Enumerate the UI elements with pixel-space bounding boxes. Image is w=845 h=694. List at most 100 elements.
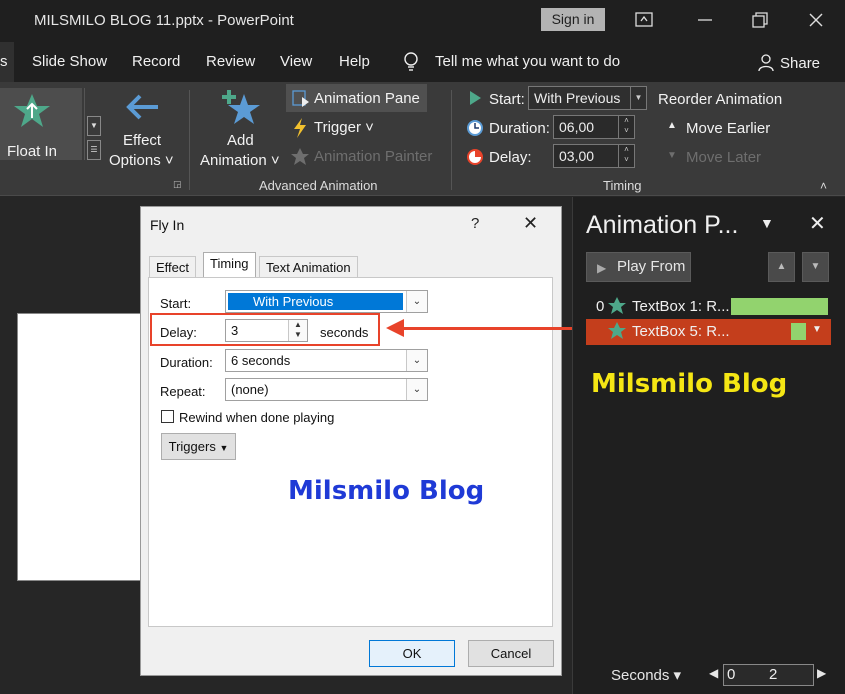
- animation-item-selected[interactable]: TextBox 5: R... ▼: [586, 319, 831, 345]
- duration-dropdown[interactable]: 6 seconds ⌄: [225, 349, 428, 372]
- add-animation-label-2[interactable]: Animation ˅: [200, 152, 280, 169]
- timeline-scale[interactable]: 0 2: [723, 664, 814, 686]
- play-from-button[interactable]: ▶ Play From: [586, 252, 691, 282]
- annotation-arrow-line: [402, 327, 572, 330]
- triggers-expand-icon: ▼: [219, 443, 229, 453]
- annotation-arrow-head: [386, 319, 404, 337]
- duration-spin-icon[interactable]: ˄ ˅: [618, 116, 634, 138]
- delay-spin-icon[interactable]: ˄ ˅: [618, 145, 634, 167]
- start-dropdown-icon[interactable]: ▼: [630, 87, 646, 109]
- ribbon: Float In ▼ ☰ Effect Options ˅ ◲ Add Anim…: [0, 82, 845, 196]
- move-earlier-button[interactable]: Move Earlier: [686, 120, 770, 137]
- share-button[interactable]: Share: [780, 55, 820, 72]
- duration-spinner[interactable]: 06,00 ˄ ˅: [553, 115, 635, 139]
- trigger-button[interactable]: Trigger ˅: [314, 119, 374, 136]
- close-window-icon[interactable]: [805, 10, 827, 30]
- ribbon-display-icon[interactable]: [633, 10, 655, 30]
- effect-options-arrow-icon: [124, 92, 160, 127]
- ok-button[interactable]: OK: [369, 640, 455, 667]
- move-down-icon[interactable]: ▼: [802, 252, 829, 282]
- start-field-label: Start:: [160, 296, 192, 311]
- tab-record[interactable]: Record: [132, 53, 180, 70]
- timeline-bar[interactable]: [791, 323, 806, 340]
- entrance-star-icon: [607, 296, 627, 320]
- gallery-down-icon[interactable]: ▼: [87, 116, 101, 136]
- pane-options-icon[interactable]: ▼: [760, 215, 774, 231]
- animation-pane-button[interactable]: Animation Pane: [286, 84, 427, 112]
- start-label: Start:: [489, 91, 525, 108]
- group-separator: [189, 90, 190, 190]
- timing-group-label: Timing: [603, 178, 642, 193]
- delay-clock-icon: [466, 148, 484, 171]
- duration-dropdown-icon[interactable]: ⌄: [406, 350, 427, 371]
- tab-view[interactable]: View: [280, 53, 312, 70]
- gallery-more-icon[interactable]: ☰: [87, 140, 101, 160]
- effect-options-label-2[interactable]: Options ˅: [109, 152, 174, 169]
- title-bar: MILSMILO BLOG 11.pptx - PowerPoint Sign …: [0, 0, 845, 42]
- start-dropdown-icon[interactable]: ⌄: [406, 291, 427, 312]
- seconds-dropdown[interactable]: Seconds ▾: [611, 666, 681, 684]
- play-icon: ▶: [597, 261, 607, 275]
- dialog-launcher-icon[interactable]: ◲: [173, 179, 182, 190]
- tab-slide-show[interactable]: Slide Show: [32, 53, 107, 70]
- animation-item[interactable]: 0 TextBox 1: R...: [586, 294, 831, 320]
- rewind-checkbox[interactable]: [161, 410, 174, 423]
- tell-me-search[interactable]: Tell me what you want to do: [435, 53, 620, 70]
- timeline-scroll-right-icon[interactable]: ▶: [817, 666, 826, 680]
- tab-text-animation[interactable]: Text Animation: [259, 256, 358, 278]
- tab-effect[interactable]: Effect: [149, 256, 197, 278]
- fly-in-dialog: Fly In ? ✕ Effect Timing Text Animation …: [140, 206, 562, 676]
- triggers-button[interactable]: Triggers ▼: [161, 433, 236, 460]
- start-select[interactable]: With Previous ▼: [528, 86, 647, 110]
- group-separator: [451, 90, 452, 190]
- advanced-animation-group-label: Advanced Animation: [259, 178, 378, 193]
- start-dropdown[interactable]: With Previous ⌄: [225, 290, 428, 313]
- repeat-field-label: Repeat:: [160, 384, 206, 399]
- animation-painter-button[interactable]: Animation Painter: [314, 148, 432, 165]
- animation-pane-title: Animation P...: [586, 211, 739, 239]
- add-animation-label[interactable]: Add: [227, 132, 254, 149]
- reorder-animation-label: Reorder Animation: [658, 91, 783, 108]
- float-in-label: Float In: [7, 143, 58, 160]
- restore-icon[interactable]: [749, 10, 771, 30]
- entrance-star-icon: [607, 321, 627, 345]
- start-play-icon: [468, 90, 482, 111]
- timeline-bar[interactable]: [731, 298, 828, 315]
- watermark-pane: Milsmilo Blog: [591, 369, 788, 399]
- delay-highlight-box: [150, 313, 380, 346]
- tab-help[interactable]: Help: [339, 53, 370, 70]
- gallery-scroll[interactable]: ▼ ☰: [84, 88, 102, 160]
- add-animation-star-icon: [220, 88, 262, 135]
- timeline-scroll-left-icon[interactable]: ◀: [709, 666, 718, 680]
- duration-field-label: Duration:: [160, 355, 213, 370]
- collapse-ribbon-icon[interactable]: ˄: [820, 179, 827, 193]
- animation-pane: Animation P... ▼ ✕ ▶ Play From ▲ ▼ 0 Tex…: [572, 197, 845, 694]
- minimize-icon[interactable]: [694, 10, 716, 30]
- move-later-button[interactable]: Move Later: [686, 149, 761, 166]
- float-in-star-icon: [13, 92, 51, 135]
- float-in-gallery-item[interactable]: Float In: [0, 88, 82, 160]
- trigger-icon: [291, 117, 309, 144]
- move-up-icon[interactable]: ▲: [768, 252, 795, 282]
- cancel-button[interactable]: Cancel: [468, 640, 554, 667]
- effect-options-label[interactable]: Effect: [123, 132, 161, 149]
- tab-timing[interactable]: Timing: [203, 252, 256, 279]
- watermark-dialog: Milsmilo Blog: [288, 476, 485, 506]
- lightbulb-icon: [401, 51, 421, 78]
- dialog-title: Fly In: [150, 217, 185, 233]
- tab-review[interactable]: Review: [206, 53, 255, 70]
- animation-pane-icon: [291, 89, 311, 114]
- delay-spinner[interactable]: 03,00 ˄ ˅: [553, 144, 635, 168]
- item-dropdown-icon[interactable]: ▼: [812, 324, 822, 335]
- tab-animations[interactable]: s: [0, 42, 14, 82]
- menu-bar: s Slide Show Record Review View Help Tel…: [0, 42, 845, 82]
- help-button[interactable]: ?: [471, 215, 479, 232]
- share-icon[interactable]: [757, 53, 777, 78]
- sign-in-button[interactable]: Sign in: [541, 8, 605, 31]
- pane-close-icon[interactable]: ✕: [809, 211, 826, 236]
- repeat-dropdown-icon[interactable]: ⌄: [406, 379, 427, 400]
- repeat-dropdown[interactable]: (none) ⌄: [225, 378, 428, 401]
- dialog-close-button[interactable]: ✕: [523, 213, 538, 234]
- slide-thumbnail[interactable]: [17, 313, 141, 581]
- move-earlier-icon: ▲: [667, 120, 677, 131]
